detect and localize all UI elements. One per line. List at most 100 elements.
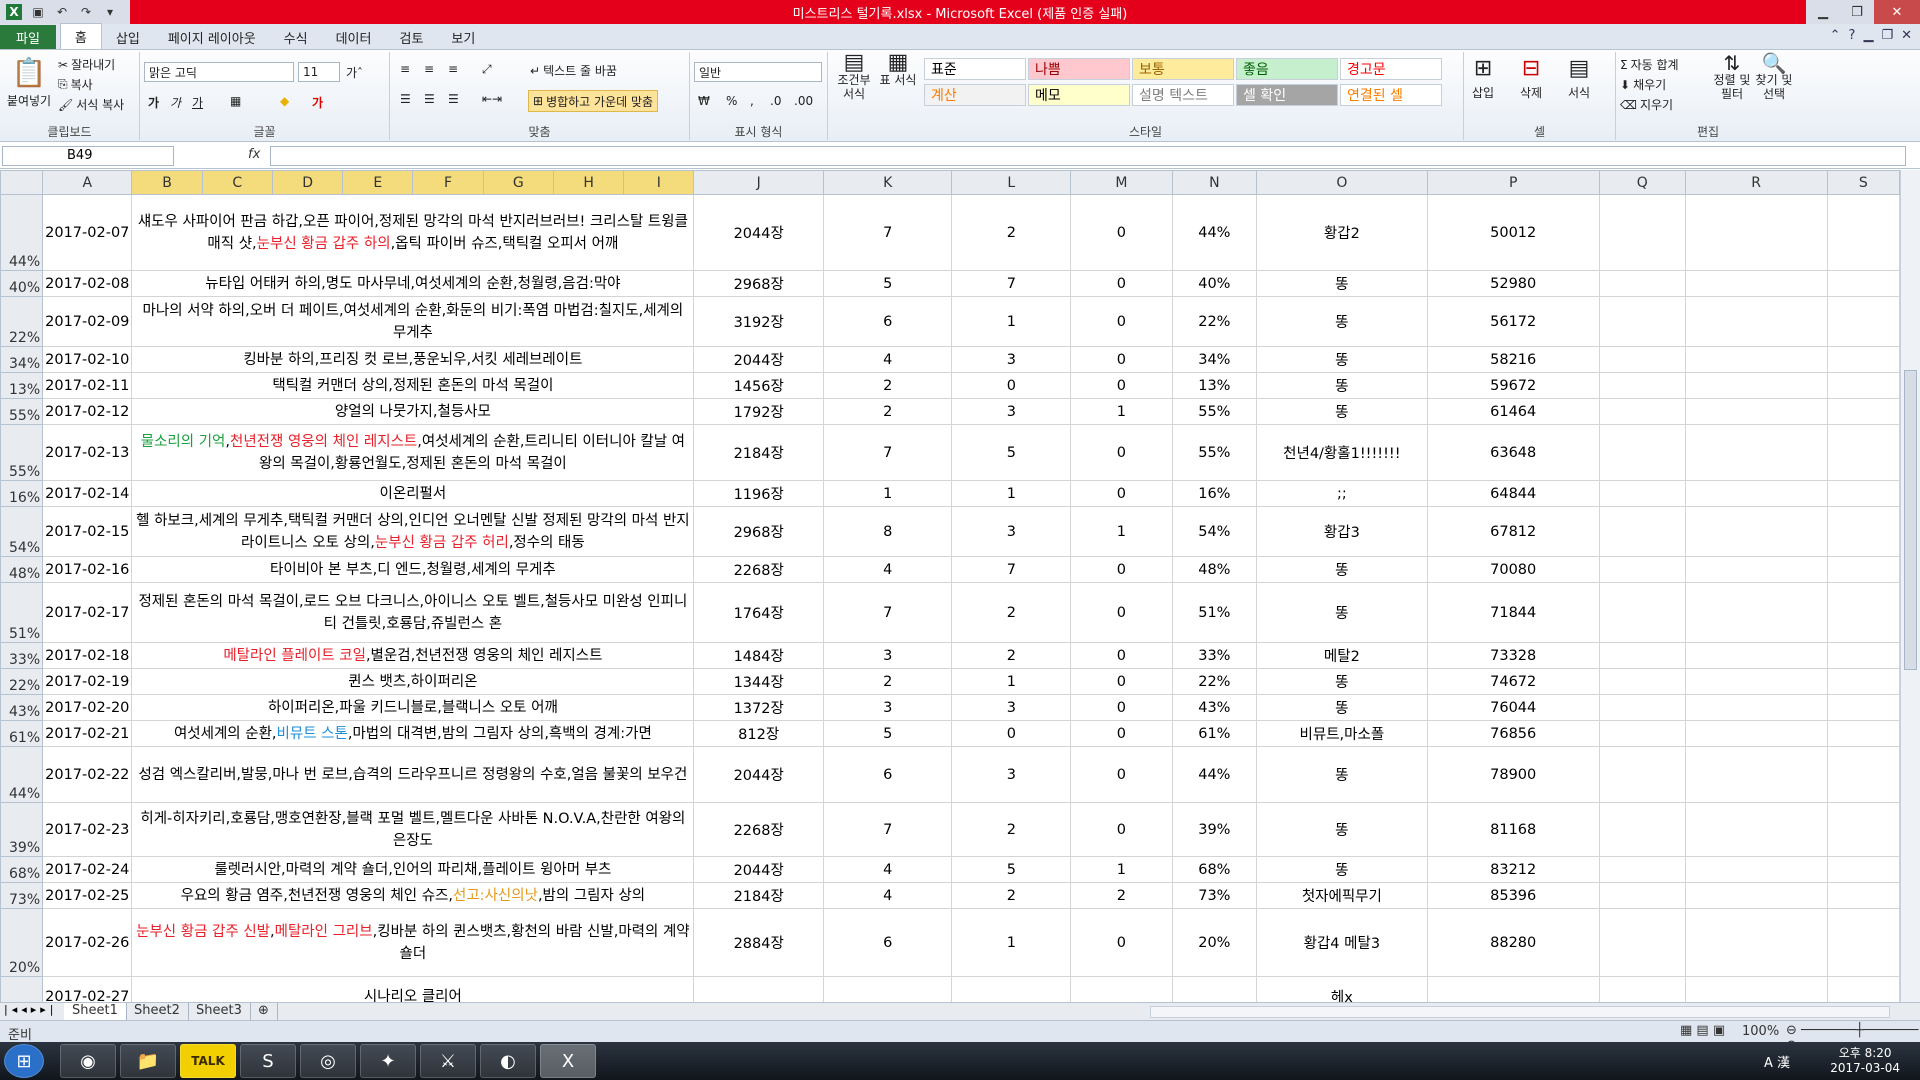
items-cell[interactable]: 성검 엑스칼리버,발뭉,마나 번 로브,습격의 드라우프니르 정령왕의 수호,얼… [131,746,695,803]
fill-button[interactable]: ⬇ 채우기 [1620,76,1666,93]
cell-l[interactable]: 5 [951,424,1072,481]
cell-style-0[interactable]: 표준 [924,58,1026,80]
date-cell[interactable]: 2017-02-17 [42,582,133,643]
cell-o[interactable]: 똥 [1256,296,1428,347]
cell-l[interactable] [951,976,1072,1002]
cell-k[interactable]: 1 [823,480,953,507]
format-table-button[interactable]: ▦ 표 서식 [878,52,918,88]
comma-icon[interactable]: , [750,94,754,108]
date-cell[interactable]: 2017-02-18 [42,642,133,669]
cell-n[interactable]: 61% [1171,720,1258,747]
decrease-decimal-icon[interactable]: .00 [794,94,813,108]
cell-r[interactable] [1684,882,1828,909]
cell-p[interactable]: 52980 [1426,270,1600,297]
cell-o[interactable]: 헤x [1256,976,1428,1002]
items-cell[interactable]: 이온리펄서 [131,480,695,507]
cell-m[interactable]: 0 [1070,642,1173,669]
align-right-icon[interactable]: ☰ [448,92,459,106]
cell-k[interactable]: 3 [823,642,953,669]
cell-r[interactable] [1684,270,1828,297]
cell-k[interactable]: 8 [823,506,953,557]
cell-l[interactable]: 3 [951,346,1072,373]
cell-j[interactable]: 2268장 [693,556,825,583]
cell-l[interactable]: 2 [951,802,1072,857]
cell-q[interactable] [1598,296,1686,347]
app-icon[interactable]: ✦ [360,1044,416,1078]
items-cell[interactable]: 헬 하보크,세계의 무게추,택틱컬 커맨더 상의,인디언 오너멘탈 신발 정제된… [131,506,695,557]
items-cell[interactable]: 마나의 서약 하의,오버 더 페이트,여섯세계의 순환,화둔의 비기:폭염 마법… [131,296,695,347]
date-cell[interactable]: 2017-02-23 [42,802,133,857]
cell-m[interactable]: 0 [1070,556,1173,583]
items-cell[interactable]: 눈부신 황금 갑주 신발,메탈라인 그리브,킹바분 하의 퀸스뱃츠,황천의 바람… [131,908,695,977]
cell-style-9[interactable]: 연결된 셀 [1340,84,1442,106]
column-header[interactable]: C [201,170,273,195]
sheet-tab-2[interactable]: Sheet2 [126,1003,189,1020]
cell-o[interactable]: 똥 [1256,346,1428,373]
cell-n[interactable]: 68% [1171,856,1258,883]
merge-center-button[interactable]: ⊞ 병합하고 가운데 맞춤 [528,90,659,112]
orientation-icon[interactable]: ⤢ [482,62,492,77]
cell-o[interactable]: ;; [1256,480,1428,507]
delete-cells-button[interactable]: ⊟ 삭제 [1520,56,1542,101]
column-header[interactable]: L [951,170,1072,195]
cell-m[interactable]: 0 [1070,908,1173,977]
cell-o[interactable]: 똥 [1256,694,1428,721]
cell-o[interactable]: 똥 [1256,398,1428,425]
cell-l[interactable]: 1 [951,908,1072,977]
cell-r[interactable] [1684,694,1828,721]
column-header[interactable]: A [42,170,133,195]
cell-s[interactable] [1826,506,1900,557]
conditional-format-button[interactable]: ▤ 조건부 서식 [834,52,874,102]
cell-p[interactable]: 70080 [1426,556,1600,583]
date-cell[interactable]: 2017-02-20 [42,694,133,721]
cell-q[interactable] [1598,642,1686,669]
cell-q[interactable] [1598,398,1686,425]
cell-k[interactable]: 5 [823,270,953,297]
cell-s[interactable] [1826,976,1900,1002]
cell-style-8[interactable]: 셀 확인 [1236,84,1338,106]
cell-n[interactable]: 22% [1171,668,1258,695]
cell-k[interactable]: 4 [823,556,953,583]
items-cell[interactable]: 택틱컬 커맨더 상의,정제된 혼돈의 마석 목걸이 [131,372,695,399]
row-header[interactable]: 33% [0,642,44,669]
cell-n[interactable]: 44% [1171,746,1258,803]
cell-m[interactable]: 0 [1070,480,1173,507]
row-header[interactable]: 22% [0,668,44,695]
insert-function-icon[interactable]: fx [248,147,260,162]
items-cell[interactable]: 섀도우 사파이어 판금 하갑,오픈 파이어,정제된 망각의 마석 반지러브러브!… [131,194,695,271]
date-cell[interactable]: 2017-02-22 [42,746,133,803]
minimize-ribbon-icon[interactable]: ⌃ [1830,28,1841,43]
cell-l[interactable]: 5 [951,856,1072,883]
cell-o[interactable]: 메탈2 [1256,642,1428,669]
cell-o[interactable]: 황갑4 메탈3 [1256,908,1428,977]
cell-s[interactable] [1826,582,1900,643]
chrome-icon[interactable]: ◉ [60,1044,116,1078]
browser-icon[interactable]: ◐ [480,1044,536,1078]
cell-j[interactable]: 2268장 [693,802,825,857]
date-cell[interactable]: 2017-02-27 [42,976,133,1002]
cell-s[interactable] [1826,882,1900,909]
cell-n[interactable]: 51% [1171,582,1258,643]
cell-p[interactable] [1426,976,1600,1002]
column-header[interactable]: I [623,170,695,195]
cell-p[interactable]: 74672 [1426,668,1600,695]
tab-page-layout[interactable]: 페이지 레이아웃 [154,25,270,49]
cell-m[interactable]: 1 [1070,506,1173,557]
cell-m[interactable]: 0 [1070,668,1173,695]
cell-r[interactable] [1684,556,1828,583]
cell-l[interactable]: 1 [951,296,1072,347]
items-cell[interactable]: 뉴타입 어태커 하의,명도 마사무네,여섯세계의 순환,청월령,음검:막야 [131,270,695,297]
cell-s[interactable] [1826,694,1900,721]
items-cell[interactable]: 메탈라인 플레이트 코일,별운검,천년전쟁 영웅의 체인 레지스트 [131,642,695,669]
insert-cells-button[interactable]: ⊞ 삽입 [1472,56,1494,101]
column-header[interactable]: N [1171,170,1258,195]
cell-s[interactable] [1826,398,1900,425]
find-select-button[interactable]: 🔍 찾기 및 선택 [1754,53,1794,101]
cell-style-3[interactable]: 좋음 [1236,58,1338,80]
items-cell[interactable]: 우요의 황금 염주,천년전쟁 영웅의 체인 슈즈,선고:사신의낫,밤의 그림자 … [131,882,695,909]
date-cell[interactable]: 2017-02-16 [42,556,133,583]
increase-decimal-icon[interactable]: .0 [770,94,781,108]
cell-k[interactable]: 2 [823,668,953,695]
row-header[interactable]: 44% [0,194,44,271]
cell-k[interactable]: 7 [823,424,953,481]
